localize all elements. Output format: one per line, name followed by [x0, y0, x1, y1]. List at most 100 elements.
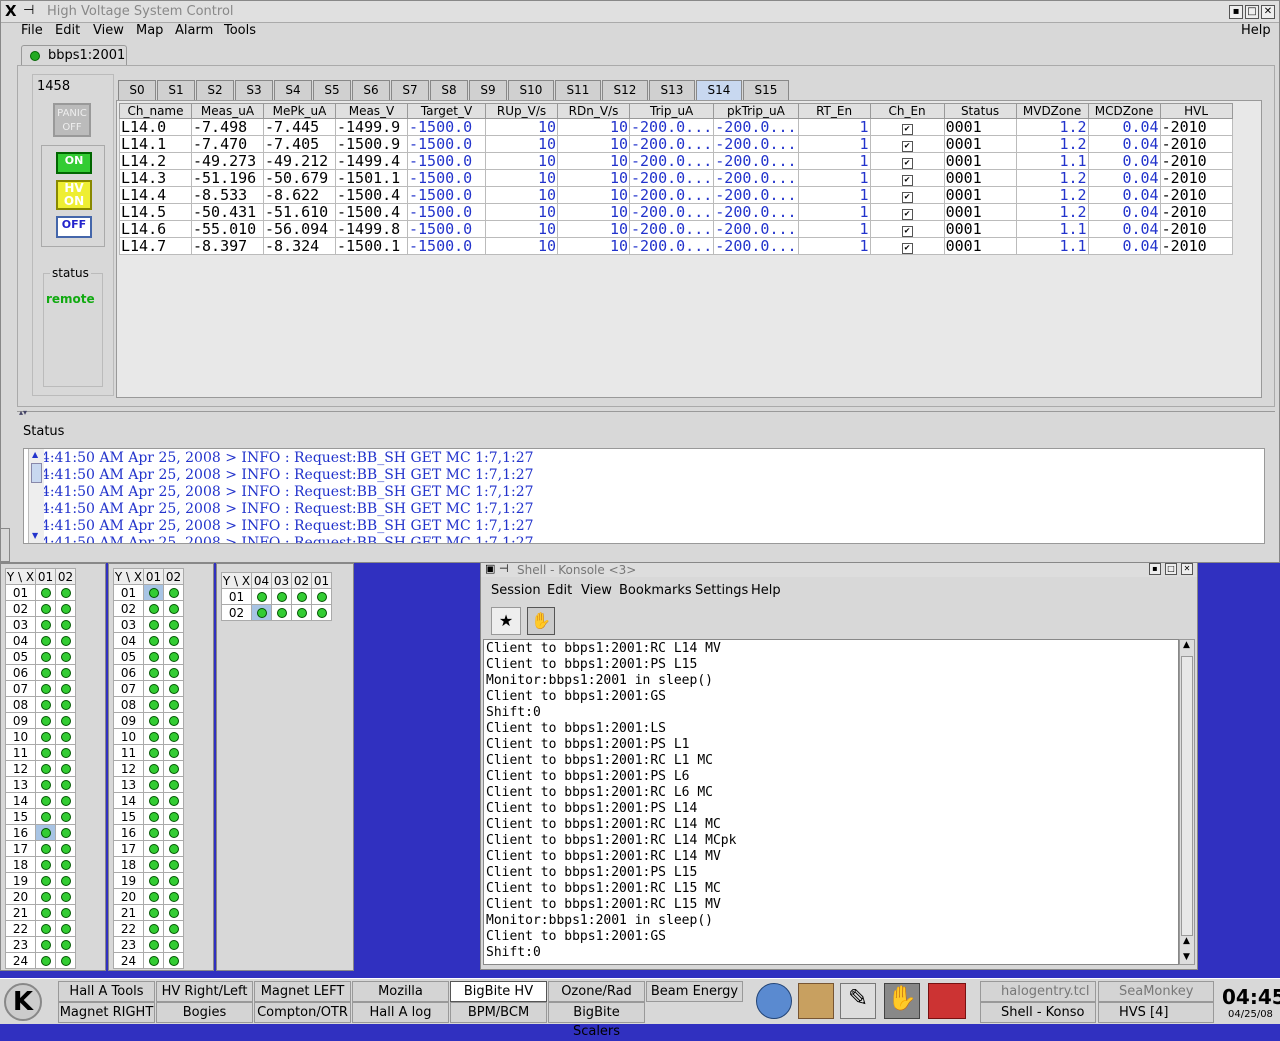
table-cell[interactable]: -200.0... [713, 203, 799, 221]
grid-cell[interactable] [163, 888, 184, 905]
channel-led-icon[interactable] [148, 620, 159, 630]
channel-led-icon[interactable] [60, 716, 71, 726]
channel-led-icon[interactable] [168, 604, 179, 614]
channel-led-icon[interactable] [40, 844, 51, 854]
table-cell[interactable]: -200.0... [628, 237, 715, 255]
tab-s1[interactable]: S1 [157, 80, 195, 100]
grid-cell[interactable] [55, 696, 76, 713]
channel-led-icon[interactable] [40, 780, 51, 790]
table-row[interactable]: L14.7 -8.397 -8.324 -1500.1 -1500.0 10 10 -200.… [119, 237, 1233, 255]
table-cell[interactable]: -200.0... [628, 203, 715, 221]
table-cell[interactable]: -1500.0 [407, 152, 486, 170]
grid-cell[interactable] [163, 792, 184, 809]
grid-cell[interactable] [291, 588, 312, 605]
table-cell[interactable]: 1.2 [1015, 186, 1089, 204]
table-cell[interactable]: L14.4 [119, 186, 192, 204]
channel-led-icon[interactable] [168, 700, 179, 710]
grid-cell[interactable] [291, 604, 312, 621]
grid-cell[interactable] [55, 856, 76, 873]
checkbox-icon[interactable]: ✔ [901, 141, 913, 152]
table-cell[interactable]: 10 [557, 135, 630, 153]
table-cell[interactable]: 1 [797, 203, 871, 221]
table-cell[interactable]: ✔ [869, 237, 945, 255]
grid-cell[interactable] [35, 664, 56, 681]
channel-led-icon[interactable] [60, 940, 71, 950]
table-cell[interactable]: -1500.0 [407, 169, 486, 187]
channel-led-icon[interactable] [168, 940, 179, 950]
terminal-scrollbar[interactable]: ▲ ▲ ▼ [1179, 639, 1195, 965]
grid-cell[interactable] [163, 584, 184, 601]
channel-led-icon[interactable] [168, 716, 179, 726]
table-cell[interactable]: 0001 [943, 203, 1017, 221]
checkbox-icon[interactable]: ✔ [901, 209, 913, 220]
grid-cell[interactable] [55, 712, 76, 729]
grid-cell[interactable] [163, 600, 184, 617]
grid-cell[interactable] [143, 808, 164, 825]
grid-cell[interactable] [271, 604, 292, 621]
grid-cell[interactable] [35, 584, 56, 601]
channel-led-icon[interactable] [60, 652, 71, 662]
grid-cell[interactable] [55, 872, 76, 889]
hv-on-button[interactable]: HV ON [56, 180, 92, 210]
column-header[interactable]: Status [943, 103, 1017, 119]
tab-s15[interactable]: S15 [743, 80, 789, 100]
channel-led-icon[interactable] [168, 652, 179, 662]
channel-led-icon[interactable] [60, 780, 71, 790]
table-cell[interactable]: 10 [485, 237, 558, 255]
table-cell[interactable]: 10 [485, 220, 558, 238]
konsole-menu-help[interactable]: Help [751, 583, 781, 598]
table-cell[interactable]: -200.0... [628, 118, 715, 136]
tab-s14[interactable]: S14 [696, 80, 742, 100]
table-cell[interactable]: 0.04 [1087, 118, 1161, 136]
table-cell[interactable]: -1500.0 [407, 135, 486, 153]
grid-cell[interactable] [35, 728, 56, 745]
table-cell[interactable]: 1.2 [1015, 203, 1089, 221]
channel-led-icon[interactable] [40, 636, 51, 646]
grid-cell[interactable] [163, 936, 184, 953]
grid-cell[interactable] [143, 872, 164, 889]
table-cell[interactable]: -49.273 [191, 152, 264, 170]
table-cell[interactable]: 1 [797, 220, 871, 238]
channel-led-icon[interactable] [256, 608, 267, 618]
table-cell[interactable]: 1 [797, 118, 871, 136]
channel-led-icon[interactable] [148, 828, 159, 838]
channel-led-icon[interactable] [40, 588, 51, 598]
tab-s5[interactable]: S5 [313, 80, 351, 100]
channel-led-icon[interactable] [40, 892, 51, 902]
grid-cell[interactable] [55, 760, 76, 777]
channel-led-icon[interactable] [40, 620, 51, 630]
taskbar-button[interactable]: Beam Energy [646, 981, 743, 1002]
grid-cell[interactable] [55, 600, 76, 617]
taskbar-button[interactable]: Hall A Tools [58, 981, 155, 1002]
tab-s10[interactable]: S10 [508, 80, 554, 100]
taskbar-button[interactable]: BPM/BCM [450, 1002, 547, 1023]
channel-led-icon[interactable] [148, 924, 159, 934]
channel-led-icon[interactable] [148, 732, 159, 742]
channel-led-icon[interactable] [168, 668, 179, 678]
menu-map[interactable]: Map [136, 23, 163, 38]
table-cell[interactable]: -200.0... [713, 186, 799, 204]
grid-cell[interactable] [35, 648, 56, 665]
taskbar-button[interactable]: HV Right/Left [156, 981, 253, 1002]
minimize-icon[interactable]: ▪ [1229, 5, 1243, 19]
channel-led-icon[interactable] [296, 592, 307, 602]
table-cell[interactable]: L14.2 [119, 152, 192, 170]
tab-s8[interactable]: S8 [430, 80, 468, 100]
channel-led-icon[interactable] [148, 892, 159, 902]
kde-menu-icon[interactable]: K [4, 983, 42, 1021]
grid-cell[interactable] [163, 840, 184, 857]
grid-cell[interactable] [163, 760, 184, 777]
grid-cell[interactable] [55, 792, 76, 809]
grid-cell[interactable] [143, 664, 164, 681]
grid-cell[interactable] [35, 600, 56, 617]
table-cell[interactable]: 10 [485, 152, 558, 170]
grid-cell[interactable] [143, 600, 164, 617]
home-icon[interactable] [798, 983, 834, 1019]
column-header[interactable]: Ch_name [119, 103, 192, 119]
channel-led-icon[interactable] [168, 620, 179, 630]
grid-cell[interactable] [55, 824, 76, 841]
grid-cell[interactable] [163, 824, 184, 841]
channel-led-icon[interactable] [168, 732, 179, 742]
table-cell[interactable]: ✔ [869, 135, 945, 153]
checkbox-icon[interactable]: ✔ [901, 175, 913, 186]
